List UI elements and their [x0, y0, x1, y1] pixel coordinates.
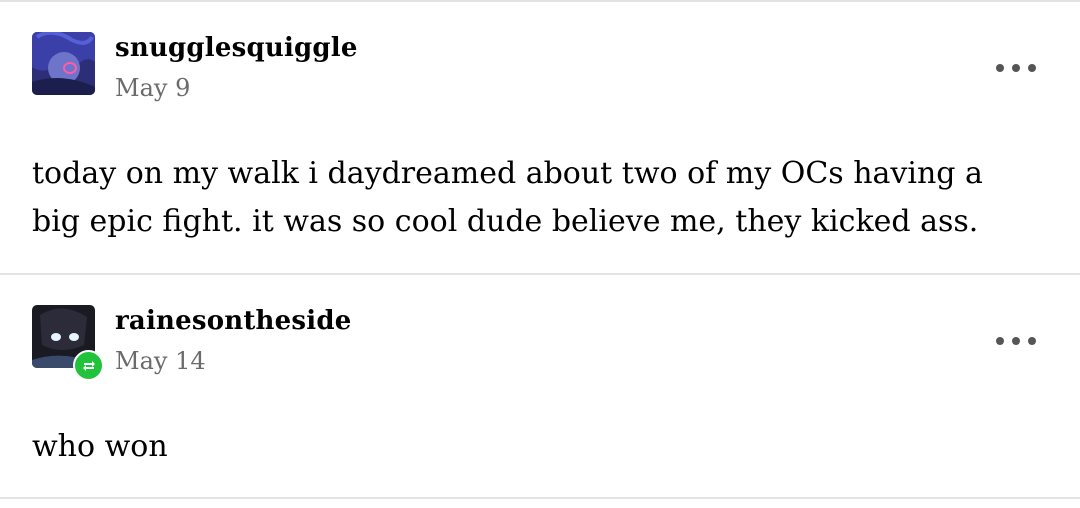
more-options-icon[interactable]	[996, 335, 1036, 347]
post: snugglesquiggle May 9 today on my walk i…	[0, 0, 1080, 273]
more-options-icon[interactable]	[996, 62, 1036, 74]
post-body: who won	[32, 429, 168, 464]
post-date[interactable]: May 9	[115, 74, 190, 102]
user-avatar-icon	[32, 32, 95, 95]
post-date[interactable]: May 14	[115, 347, 206, 375]
post: rainesontheside May 14 who won	[0, 273, 1080, 499]
reblog-icon	[73, 350, 104, 381]
post-body: today on my walk i daydreamed about two …	[32, 156, 983, 239]
username[interactable]: snugglesquiggle	[115, 33, 358, 63]
username[interactable]: rainesontheside	[115, 306, 351, 336]
avatar[interactable]	[32, 32, 95, 95]
